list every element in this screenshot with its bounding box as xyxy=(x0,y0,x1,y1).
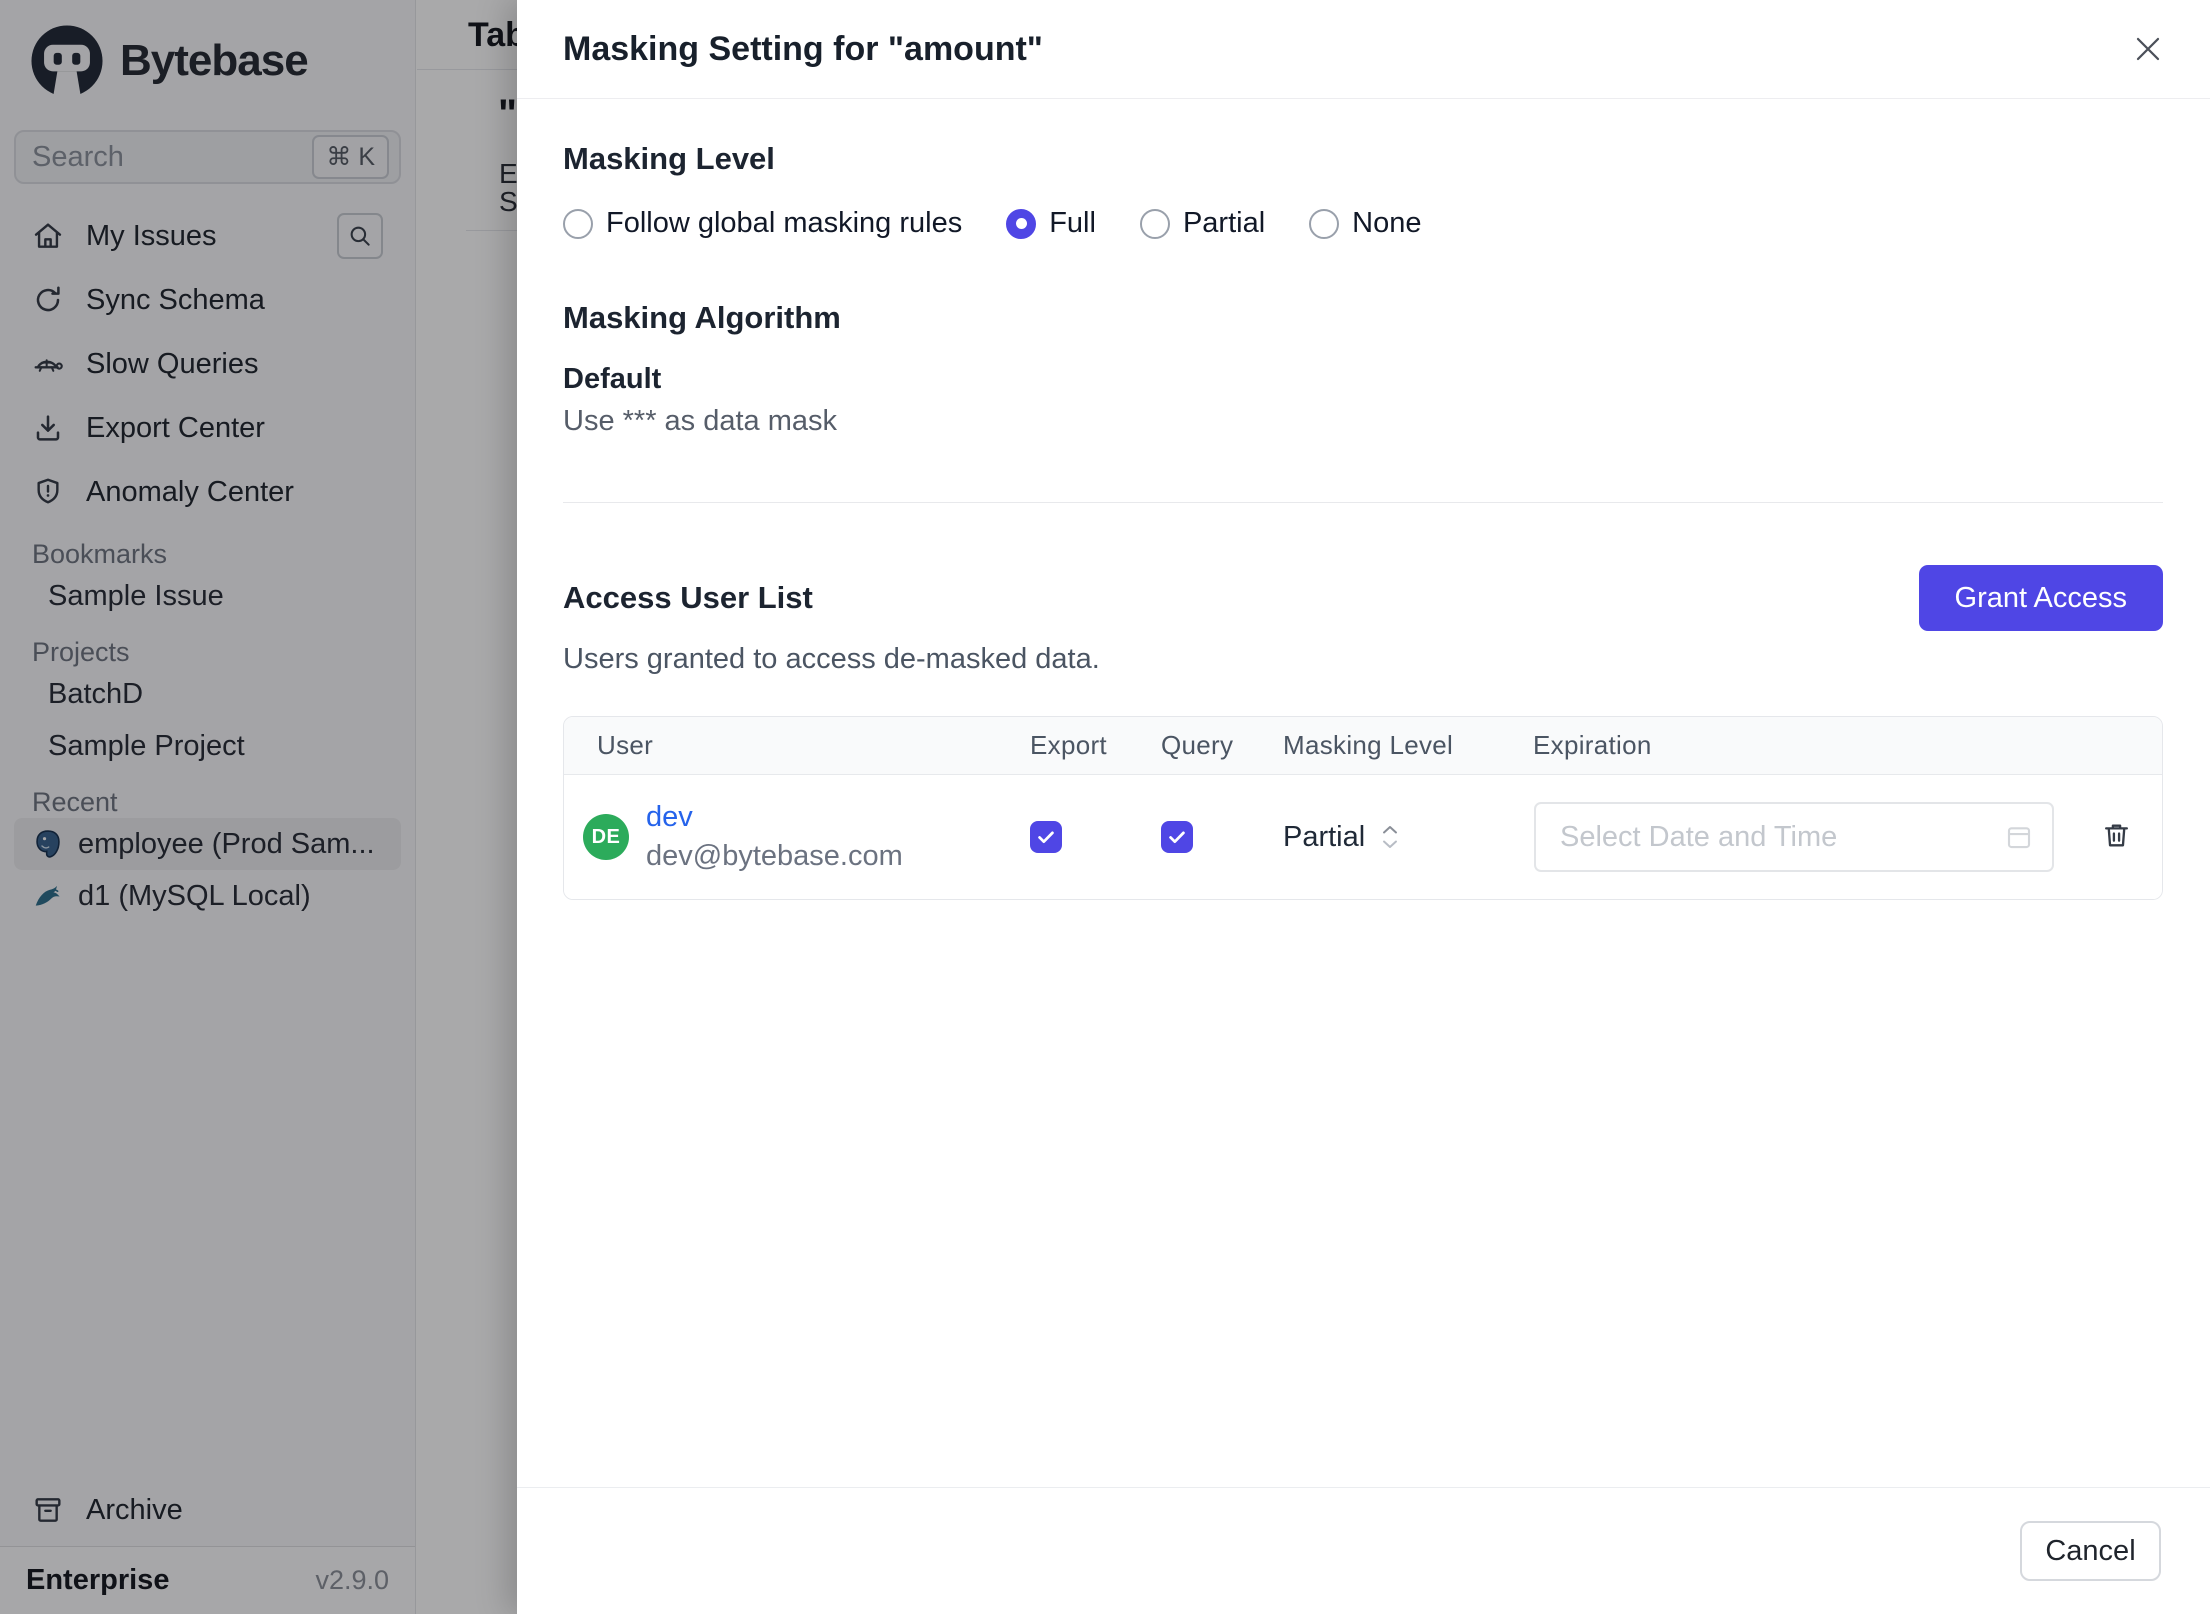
export-cell xyxy=(1004,821,1135,853)
algorithm-name: Default xyxy=(563,363,662,395)
query-cell xyxy=(1135,821,1257,853)
radio-label: Partial xyxy=(1182,207,1266,239)
user-name-link[interactable]: dev xyxy=(646,798,903,837)
select-chevrons-icon xyxy=(1380,824,1400,850)
section-divider xyxy=(563,502,2163,503)
modal-body: Masking Level Follow global masking rule… xyxy=(517,99,2210,1487)
algorithm-description: Use *** as data mask xyxy=(563,405,838,437)
close-button[interactable] xyxy=(2126,27,2170,71)
masking-algorithm-heading: Masking Algorithm xyxy=(563,300,841,335)
export-checkbox[interactable] xyxy=(1030,821,1062,853)
radio-label: Full xyxy=(1049,207,1096,239)
table-header: User Export Query Masking Level Expirati… xyxy=(564,717,2162,775)
delete-user-button[interactable] xyxy=(2101,820,2132,854)
date-placeholder: Select Date and Time xyxy=(1560,820,1838,853)
cancel-button[interactable]: Cancel xyxy=(2020,1521,2161,1581)
expiration-date-input[interactable]: Select Date and Time xyxy=(1534,802,2054,872)
access-header-row: Access User List Grant Access xyxy=(563,565,2163,631)
row-actions xyxy=(2070,820,2162,854)
access-user-list-heading: Access User List xyxy=(563,580,813,615)
masking-setting-modal: Masking Setting for "amount" Masking Lev… xyxy=(517,0,2210,1614)
masking-level-heading: Masking Level xyxy=(563,141,775,176)
masking-level-select[interactable]: Partial xyxy=(1257,821,1507,854)
masking-level-radio-group: Follow global masking rules Full Partial… xyxy=(563,207,2163,240)
check-icon xyxy=(1038,831,1054,844)
user-cell: DE dev dev@bytebase.com xyxy=(564,798,1004,876)
modal-header: Masking Setting for "amount" xyxy=(517,0,2210,99)
access-subtitle: Users granted to access de-masked data. xyxy=(563,643,1100,675)
user-email: dev@bytebase.com xyxy=(646,840,903,872)
expiration-cell: Select Date and Time xyxy=(1507,802,2070,872)
radio-circle[interactable] xyxy=(1309,208,1340,239)
modal-footer: Cancel xyxy=(517,1487,2210,1614)
check-icon xyxy=(1169,831,1185,844)
col-expiration: Expiration xyxy=(1533,730,1652,760)
col-export: Export xyxy=(1030,730,1107,760)
avatar: DE xyxy=(583,814,629,860)
radio-circle-selected[interactable] xyxy=(1006,208,1037,239)
radio-full[interactable]: Full xyxy=(1006,207,1096,240)
radio-partial[interactable]: Partial xyxy=(1139,207,1266,240)
calendar-icon xyxy=(2007,827,2031,849)
close-icon xyxy=(2136,37,2160,61)
radio-circle[interactable] xyxy=(563,208,593,239)
radio-label: Follow global masking rules xyxy=(606,207,963,239)
access-user-table: User Export Query Masking Level Expirati… xyxy=(563,716,2163,900)
radio-circle[interactable] xyxy=(1139,208,1170,239)
radio-none[interactable]: None xyxy=(1309,207,1421,240)
col-query: Query xyxy=(1161,730,1234,760)
trash-icon xyxy=(2104,824,2128,847)
masking-level-value: Partial xyxy=(1283,820,1366,853)
table-row: DE dev dev@bytebase.com Partial Select D… xyxy=(564,775,2162,899)
radio-follow-global[interactable]: Follow global masking rules xyxy=(563,207,962,240)
app-root: Bytebase Search ⌘ K My Issues Sync Schem… xyxy=(0,0,2210,1614)
grant-access-button[interactable]: Grant Access xyxy=(1918,565,2163,631)
col-user: User xyxy=(597,730,654,760)
col-masking-level: Masking Level xyxy=(1283,730,1454,760)
query-checkbox[interactable] xyxy=(1161,821,1193,853)
radio-label: None xyxy=(1352,207,1422,239)
modal-title: Masking Setting for "amount" xyxy=(563,29,1043,68)
